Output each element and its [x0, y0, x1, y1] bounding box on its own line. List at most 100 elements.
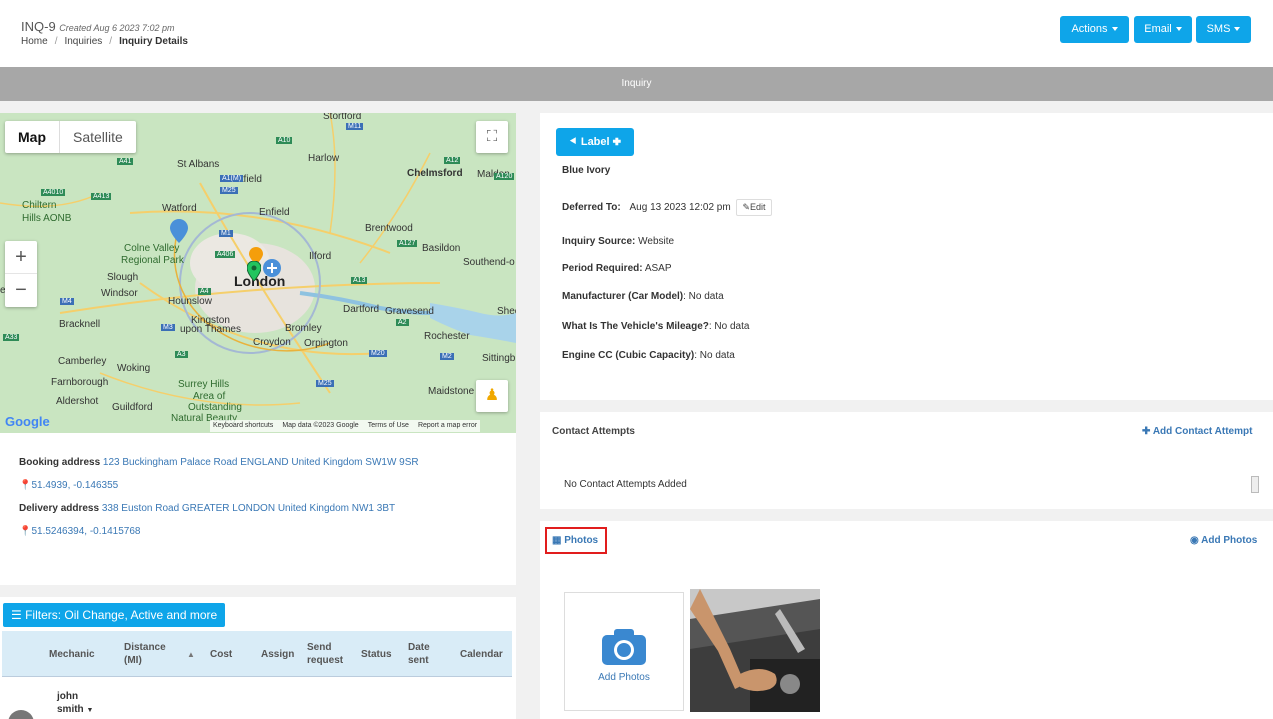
table-header: Mechanic Distance (MI) ▲ Cost Assign Sen… [2, 631, 512, 677]
map-label: Chelmsford [407, 168, 463, 179]
map-label: A406 [215, 251, 236, 258]
filters-button[interactable]: ☰ Filters: Oil Change, Active and more [3, 603, 226, 627]
delivery-address-link[interactable]: 338 Euston Road GREATER LONDON United Ki… [102, 503, 395, 514]
map-label: M4 [60, 298, 74, 305]
map-label: Southend-o [463, 257, 515, 268]
mechanic-first-name: john [57, 691, 79, 702]
grid-icon: ▦ [552, 535, 562, 546]
inquiry-id: INQ-9 [21, 19, 56, 34]
booking-coords-link[interactable]: 51.4939, -0.146355 [31, 480, 118, 491]
map-label: A2 [396, 319, 409, 326]
map-label: Regional Park [121, 255, 184, 266]
delivery-coords-link[interactable]: 51.5246394, -0.1415768 [31, 526, 140, 537]
add-contact-attempt-link[interactable]: ✚ Add Contact Attempt [1142, 426, 1252, 437]
delivery-address-label: Delivery address [19, 503, 100, 514]
map[interactable]: Stortford M11 A10 Harlow St Albans Hatfi… [0, 113, 516, 433]
period-value: ASAP [644, 263, 672, 274]
map-pin-green-icon[interactable] [247, 261, 261, 281]
label-button[interactable]: ⯇ Label ✚ [556, 128, 634, 156]
sort-icon[interactable]: ▲ [187, 631, 195, 677]
map-label: M20 [369, 350, 387, 357]
col-calendar: Calendar [460, 648, 503, 660]
manufacturer-label: Manufacturer (Car Model) [562, 291, 684, 302]
booking-address: Booking address 123 Buckingham Palace Ro… [19, 457, 419, 468]
map-type-control: Map Satellite [5, 121, 136, 153]
map-label: M25 [316, 380, 334, 387]
map-label: Enfield [259, 207, 290, 218]
map-pin-blue-icon[interactable] [170, 219, 188, 243]
delivery-coords: 📍51.5246394, -0.1415768 [19, 526, 140, 537]
map-label: Aldershot [56, 396, 99, 407]
breadcrumb-inquiries[interactable]: Inquiries [64, 36, 102, 47]
map-label: Maidstone [428, 386, 475, 397]
caret-down-icon [1175, 27, 1182, 32]
actions-button[interactable]: Actions [1060, 16, 1129, 43]
mechanic-last-name: smith [57, 704, 84, 715]
breadcrumb: Home / Inquiries / Inquiry Details [21, 36, 188, 47]
section-bar: Inquiry [0, 67, 1273, 101]
map-label: Slough [107, 272, 139, 283]
map-label: A10 [276, 137, 293, 144]
fullscreen-icon[interactable]: ⛶ [476, 121, 508, 153]
keyboard-shortcuts-link[interactable]: Keyboard shortcuts [213, 422, 273, 429]
mileage-value: : No data [708, 321, 750, 332]
add-photo-tile-label: Add Photos [598, 672, 650, 683]
map-pin-cluster-icon[interactable] [262, 258, 282, 278]
edit-label: Edit [750, 202, 766, 212]
street-view-pegman-icon[interactable]: ♟ [476, 380, 508, 412]
breadcrumb-current: Inquiry Details [119, 36, 188, 47]
email-button[interactable]: Email [1134, 16, 1192, 43]
page-header: INQ-9 Created Aug 6 2023 7:02 pm Home / In… [0, 0, 1273, 67]
col-mechanic[interactable]: Mechanic [49, 631, 95, 677]
map-label: Hills AONB [22, 213, 72, 224]
map-type-map-button[interactable]: Map [5, 121, 60, 153]
breadcrumb-home[interactable]: Home [21, 36, 48, 47]
map-label: A4010 [41, 189, 66, 196]
terms-link[interactable]: Terms of Use [368, 422, 409, 429]
map-marker-icon: 📍 [19, 480, 32, 491]
map-label: upon Thames [180, 324, 241, 335]
map-label: A413 [91, 193, 112, 200]
car-engine-photo[interactable] [690, 589, 820, 712]
mechanic-name[interactable]: john smith ▼ [57, 690, 93, 717]
col-status[interactable]: Status [361, 631, 392, 677]
sms-button[interactable]: SMS [1196, 16, 1251, 43]
booking-address-label: Booking address [19, 457, 101, 468]
add-photos-link[interactable]: ◉ Add Photos [1190, 535, 1257, 546]
map-label: Gravesend [385, 306, 434, 317]
map-data-text: Map data ©2023 Google [282, 422, 359, 429]
map-label: A120 [494, 173, 515, 180]
col-cost[interactable]: Cost [210, 631, 232, 677]
map-label: A41 [117, 158, 134, 165]
scrollbar[interactable] [1251, 476, 1259, 493]
zoom-out-button[interactable]: − [5, 274, 37, 307]
map-label: Rochester [424, 331, 470, 342]
engine-label: Engine CC (Cubic Capacity) [562, 350, 695, 361]
map-label: Orpington [304, 338, 348, 349]
map-label: Windsor [101, 288, 138, 299]
edit-deferred-button[interactable]: ✎Edit [736, 199, 772, 216]
col-distance[interactable]: Distance (MI) [124, 631, 174, 677]
map-label: Stortford [323, 113, 362, 122]
map-label: M3 [161, 324, 175, 331]
booking-address-link[interactable]: 123 Buckingham Palace Road ENGLAND Unite… [103, 457, 419, 468]
zoom-in-button[interactable]: + [5, 241, 37, 274]
mileage-row: What Is The Vehicle's Mileage?: No data [562, 321, 749, 332]
col-send-request: Send request [307, 642, 344, 666]
label-value: Blue Ivory [562, 165, 611, 176]
label-button-text: Label [580, 136, 610, 148]
zoom-control: + − [5, 241, 37, 307]
contact-empty-text: No Contact Attempts Added [564, 479, 687, 490]
inquiry-source-label: Inquiry Source: [562, 236, 636, 247]
map-label: Bracknell [59, 319, 101, 330]
manufacturer-row: Manufacturer (Car Model): No data [562, 291, 724, 302]
report-error-link[interactable]: Report a map error [418, 422, 477, 429]
add-photos-label: Add Photos [1201, 535, 1258, 546]
photo-image [690, 589, 820, 712]
inquiry-source-value: Website [638, 236, 675, 247]
col-date-sent[interactable]: Date sent [408, 631, 442, 677]
add-photo-tile[interactable]: Add Photos [564, 592, 684, 711]
photos-tab[interactable]: ▦ Photos [545, 527, 607, 554]
map-label: M25 [220, 187, 238, 194]
map-type-satellite-button[interactable]: Satellite [60, 121, 136, 153]
